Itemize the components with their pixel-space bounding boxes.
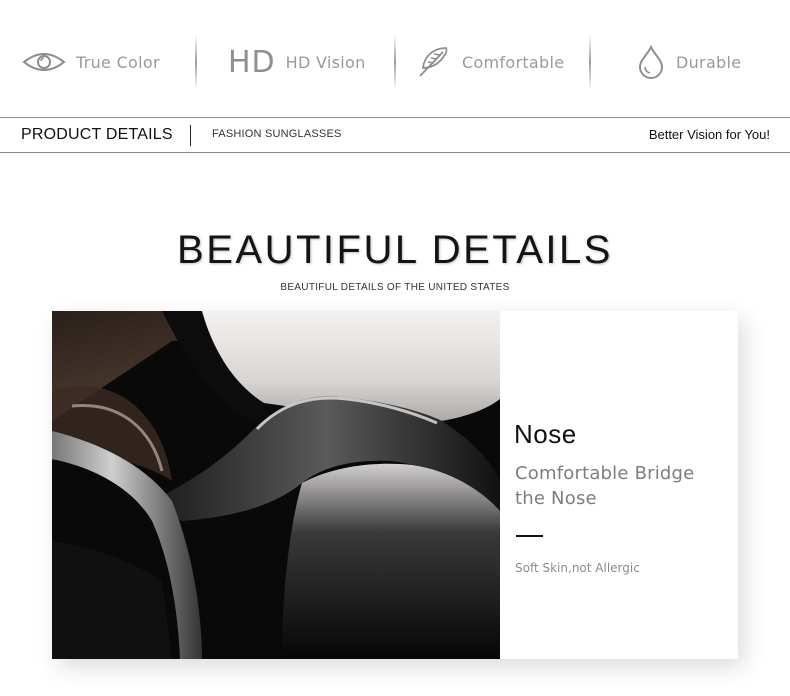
feature-strip: True Color HD HD Vision Comfortable Dura…: [0, 0, 790, 118]
feature-label: True Color: [76, 52, 160, 72]
feature-label: HD Vision: [285, 52, 366, 72]
feature-comfortable: Comfortable: [416, 40, 564, 84]
feature-true-color: True Color: [22, 40, 160, 84]
section-title: BEAUTIFUL DETAILS: [177, 228, 613, 272]
feature-label: Comfortable: [462, 52, 565, 72]
detail-description: Comfortable Bridge the Nose: [515, 463, 695, 509]
feature-separator: [394, 34, 396, 90]
feature-label: Durable: [676, 52, 742, 72]
product-details-title: PRODUCT DETAILS: [21, 126, 173, 143]
feather-icon: [416, 44, 452, 80]
feature-separator: [195, 34, 197, 90]
bar-divider: [190, 125, 191, 146]
product-details-bar: PRODUCT DETAILS FASHION SUNGLASSES Bette…: [0, 117, 790, 153]
accent-dash: [516, 535, 543, 537]
detail-card: Nose Comfortable Bridge the Nose Soft Sk…: [52, 311, 738, 659]
feature-durable: Durable: [636, 40, 741, 84]
product-tagline: Better Vision for You!: [648, 127, 770, 142]
product-category: FASHION SUNGLASSES: [212, 128, 342, 140]
detail-note: Soft Skin,not Allergic: [515, 561, 640, 575]
water-drop-icon: [636, 44, 666, 80]
eye-icon: [22, 50, 66, 74]
hd-icon: HD: [228, 44, 276, 80]
section-subtitle: BEAUTIFUL DETAILS OF THE UNITED STATES: [280, 282, 510, 293]
detail-heading: Nose: [514, 419, 577, 449]
feature-separator: [589, 34, 591, 90]
detail-info: Nose Comfortable Bridge the Nose Soft Sk…: [500, 311, 738, 659]
feature-hd-vision: HD HD Vision: [228, 40, 366, 84]
product-closeup-image: [52, 311, 500, 659]
